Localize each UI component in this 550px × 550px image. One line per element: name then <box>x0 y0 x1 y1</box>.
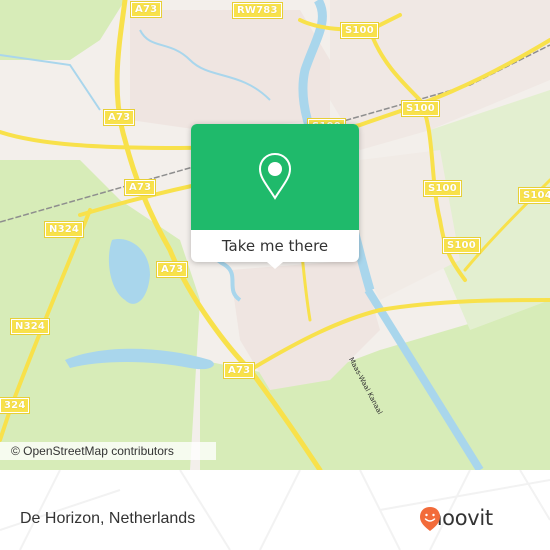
popup-pointer <box>267 262 283 269</box>
road-shield: A73 <box>222 362 256 379</box>
road-shield: S100 <box>401 100 440 117</box>
green-area-west <box>0 160 200 470</box>
road-shield: S100 <box>442 237 481 254</box>
popup-header <box>191 124 359 230</box>
road-shield: A73 <box>123 179 157 196</box>
road-shield: N324 <box>43 221 85 238</box>
moovit-pin-icon <box>420 507 440 531</box>
urban-north <box>130 10 330 130</box>
moovit-logo[interactable]: moovit <box>419 506 493 531</box>
road-shield: RW783 <box>232 2 283 19</box>
location-popup[interactable]: Take me there <box>191 124 359 269</box>
map-view[interactable]: A73 RW783 S100 A73 S100 A73 S100 S104 N3… <box>0 0 550 470</box>
green-area-nw <box>0 0 125 60</box>
road-shield: N324 <box>9 318 51 335</box>
road-shield: A73 <box>129 1 163 18</box>
take-me-there-button[interactable]: Take me there <box>191 232 359 260</box>
place-name: De Horizon, Netherlands <box>20 510 196 527</box>
footer: De Horizon, Netherlands moovit <box>0 470 550 550</box>
road-shield: S100 <box>423 180 462 197</box>
road-shield: A73 <box>155 261 189 278</box>
road-shield: A73 <box>102 109 136 126</box>
creek-nw <box>0 54 101 111</box>
location-pin-icon <box>258 152 292 200</box>
road-shield: 324 <box>0 397 31 414</box>
road-shield: S100 <box>340 22 379 39</box>
osm-attribution[interactable]: © OpenStreetMap contributors <box>0 442 216 460</box>
road-shield: S104 <box>518 187 550 204</box>
